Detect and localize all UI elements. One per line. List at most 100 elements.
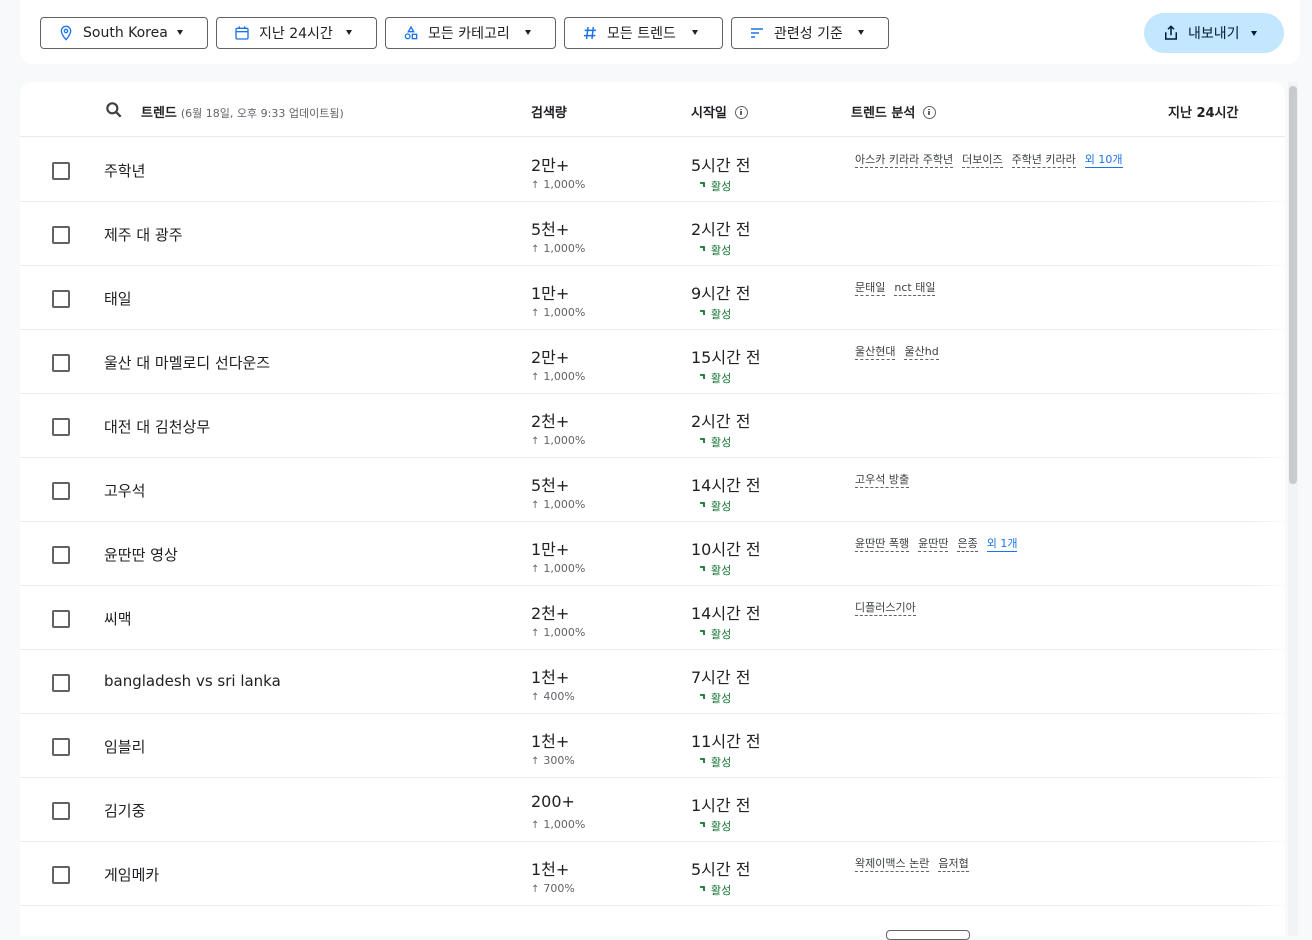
volume-change-value: 400% xyxy=(543,690,575,703)
trend-breakdown: 디플러스기아 xyxy=(855,599,1125,622)
started-column-header[interactable]: 시작일 xyxy=(691,102,748,121)
chevron-down-icon xyxy=(858,30,864,35)
table-row[interactable]: 고우석 5천+ ↑ 1,000% 14시간 전 활성 고우석 방출 xyxy=(20,458,1285,522)
trend-name[interactable]: 윤딴딴 영상 xyxy=(104,544,178,565)
row-checkbox[interactable] xyxy=(52,418,70,436)
time-filter[interactable]: 지난 24시간 xyxy=(216,17,377,49)
related-query-link[interactable]: 더보이즈 xyxy=(962,153,1003,168)
info-icon[interactable] xyxy=(734,106,748,119)
trend-name[interactable]: bangladesh vs sri lanka xyxy=(104,672,281,690)
related-query-link[interactable]: 음저협 xyxy=(938,857,969,872)
volume-change: ↑ 1,000% xyxy=(531,562,585,575)
status-badge: 활성 xyxy=(691,178,731,194)
trend-breakdown: 윤딴딴 폭행 윤딴딴 은종 외 1개 xyxy=(855,535,1125,558)
related-query-link[interactable]: 울산hd xyxy=(904,345,939,360)
started-header-label: 시작일 xyxy=(691,106,727,121)
table-row[interactable]: 임블리 1천+ ↑ 300% 11시간 전 활성 xyxy=(20,714,1285,778)
scrollbar-thumb[interactable] xyxy=(1289,86,1297,484)
trending-up-icon xyxy=(700,374,705,379)
related-query-link[interactable]: 윤딴딴 xyxy=(918,537,949,552)
row-checkbox[interactable] xyxy=(52,354,70,372)
chevron-down-icon xyxy=(1251,31,1257,36)
related-query-link[interactable]: 문태일 xyxy=(855,281,886,296)
table-row[interactable]: 제주 대 광주 5천+ ↑ 1,000% 2시간 전 활성 xyxy=(20,202,1285,266)
table-row[interactable]: 태일 1만+ ↑ 1,000% 9시간 전 활성 문태일 nct 태일 xyxy=(20,266,1285,330)
trend-name[interactable]: 김기중 xyxy=(104,800,145,821)
volume-change: ↑ 1,000% xyxy=(531,306,585,319)
arrow-up-icon: ↑ xyxy=(531,692,540,703)
row-checkbox[interactable] xyxy=(52,738,70,756)
row-checkbox[interactable] xyxy=(52,226,70,244)
chevron-down-icon xyxy=(346,30,352,35)
row-checkbox[interactable] xyxy=(52,866,70,884)
trend-type-filter-label: 모든 트렌드 xyxy=(607,26,676,42)
pagination-peek xyxy=(886,930,970,940)
status-label: 활성 xyxy=(711,884,732,897)
volume-change-value: 1,000% xyxy=(543,434,586,447)
trend-name[interactable]: 씨맥 xyxy=(104,608,132,629)
table-row[interactable]: 게임메카 1천+ ↑ 700% 5시간 전 활성 왁제이맥스 논란 음저협 xyxy=(20,842,1285,906)
more-queries-link[interactable]: 외 10개 xyxy=(1084,153,1123,168)
trend-name[interactable]: 울산 대 마멜로디 선다운즈 xyxy=(104,352,270,373)
sort-filter[interactable]: 관련성 기준 xyxy=(731,17,889,49)
volume-change: ↑ 700% xyxy=(531,882,575,895)
more-queries-link[interactable]: 외 1개 xyxy=(986,537,1018,552)
hashtag-icon xyxy=(581,24,599,42)
row-checkbox[interactable] xyxy=(52,482,70,500)
row-checkbox[interactable] xyxy=(52,162,70,180)
export-label: 내보내기 xyxy=(1188,26,1240,42)
time-filter-label: 지난 24시간 xyxy=(259,26,333,42)
trend-name[interactable]: 제주 대 광주 xyxy=(104,224,183,245)
trending-up-icon xyxy=(700,310,705,315)
related-query-link[interactable]: 고우석 방출 xyxy=(855,473,910,488)
table-row[interactable]: 윤딴딴 영상 1만+ ↑ 1,000% 10시간 전 활성 윤딴딴 폭행 윤딴딴 은종 외 1개 xyxy=(20,522,1285,586)
row-checkbox[interactable] xyxy=(52,290,70,308)
related-query-link[interactable]: 아스카 키라라 주학년 xyxy=(855,153,954,168)
trend-column-header[interactable]: 트렌드 (6월 18일, 오후 9:33 업데이트됨) xyxy=(141,102,344,121)
related-query-link[interactable]: 울산현대 xyxy=(855,345,896,360)
related-query-link[interactable]: 주학년 키라라 xyxy=(1011,153,1076,168)
trend-breakdown: 문태일 nct 태일 xyxy=(855,279,1125,302)
last24-column-header: 지난 24시간 xyxy=(1168,106,1239,121)
search-volume: 200+ xyxy=(531,792,575,811)
table-row[interactable]: 대전 대 김천상무 2천+ ↑ 1,000% 2시간 전 활성 xyxy=(20,394,1285,458)
row-checkbox[interactable] xyxy=(52,674,70,692)
trend-name[interactable]: 주학년 xyxy=(104,160,145,181)
export-button[interactable]: 내보내기 xyxy=(1144,13,1284,53)
table-row[interactable]: 씨맥 2천+ ↑ 1,000% 14시간 전 활성 디플러스기아 xyxy=(20,586,1285,650)
row-checkbox[interactable] xyxy=(52,546,70,564)
trend-type-filter[interactable]: 모든 트렌드 xyxy=(564,17,723,49)
related-query-link[interactable]: 왁제이맥스 논란 xyxy=(855,857,930,872)
arrow-up-icon: ↑ xyxy=(531,564,540,575)
table-row[interactable]: 김기중 200+ ↑ 1,000% 1시간 전 활성 xyxy=(20,778,1285,842)
trend-name[interactable]: 게임메카 xyxy=(104,864,159,885)
status-badge: 활성 xyxy=(691,306,731,322)
trending-up-icon xyxy=(700,758,705,763)
related-query-link[interactable]: 은종 xyxy=(957,537,978,552)
last-updated-text: (6월 18일, 오후 9:33 업데이트됨) xyxy=(180,107,344,120)
started-time: 1시간 전 xyxy=(691,796,751,815)
row-checkbox[interactable] xyxy=(52,610,70,628)
related-query-link[interactable]: 디플러스기아 xyxy=(855,601,916,616)
related-query-link[interactable]: nct 태일 xyxy=(894,281,936,296)
sort-filter-label: 관련성 기준 xyxy=(774,26,843,42)
table-row[interactable]: 울산 대 마멜로디 선다운즈 2만+ ↑ 1,000% 15시간 전 활성 울산현대 울산hd xyxy=(20,330,1285,394)
started-time: 2시간 전 xyxy=(691,220,751,239)
table-row[interactable]: bangladesh vs sri lanka 1천+ ↑ 400% 7시간 전 활성 xyxy=(20,650,1285,714)
trend-name[interactable]: 고우석 xyxy=(104,480,145,501)
volume-column-header[interactable]: 검색량 xyxy=(531,102,567,121)
info-icon[interactable] xyxy=(923,106,937,119)
trend-name[interactable]: 대전 대 김천상무 xyxy=(104,416,210,437)
row-checkbox[interactable] xyxy=(52,802,70,820)
status-label: 활성 xyxy=(711,372,732,385)
volume-change-value: 1,000% xyxy=(543,178,586,191)
related-query-link[interactable]: 윤딴딴 폭행 xyxy=(855,537,910,552)
location-filter[interactable]: South Korea xyxy=(40,17,208,49)
table-header: 트렌드 (6월 18일, 오후 9:33 업데이트됨) 검색량 시작일 트렌드 분… xyxy=(20,82,1285,137)
category-filter[interactable]: 모든 카테고리 xyxy=(385,17,556,49)
trend-name[interactable]: 임블리 xyxy=(104,736,145,757)
trend-name[interactable]: 태일 xyxy=(104,288,132,309)
search-icon[interactable] xyxy=(104,100,124,120)
row-fade xyxy=(1248,458,1285,522)
table-row[interactable]: 주학년 2만+ ↑ 1,000% 5시간 전 활성 아스카 키라라 주학년 더보이즈 주학년 키… xyxy=(20,138,1285,202)
